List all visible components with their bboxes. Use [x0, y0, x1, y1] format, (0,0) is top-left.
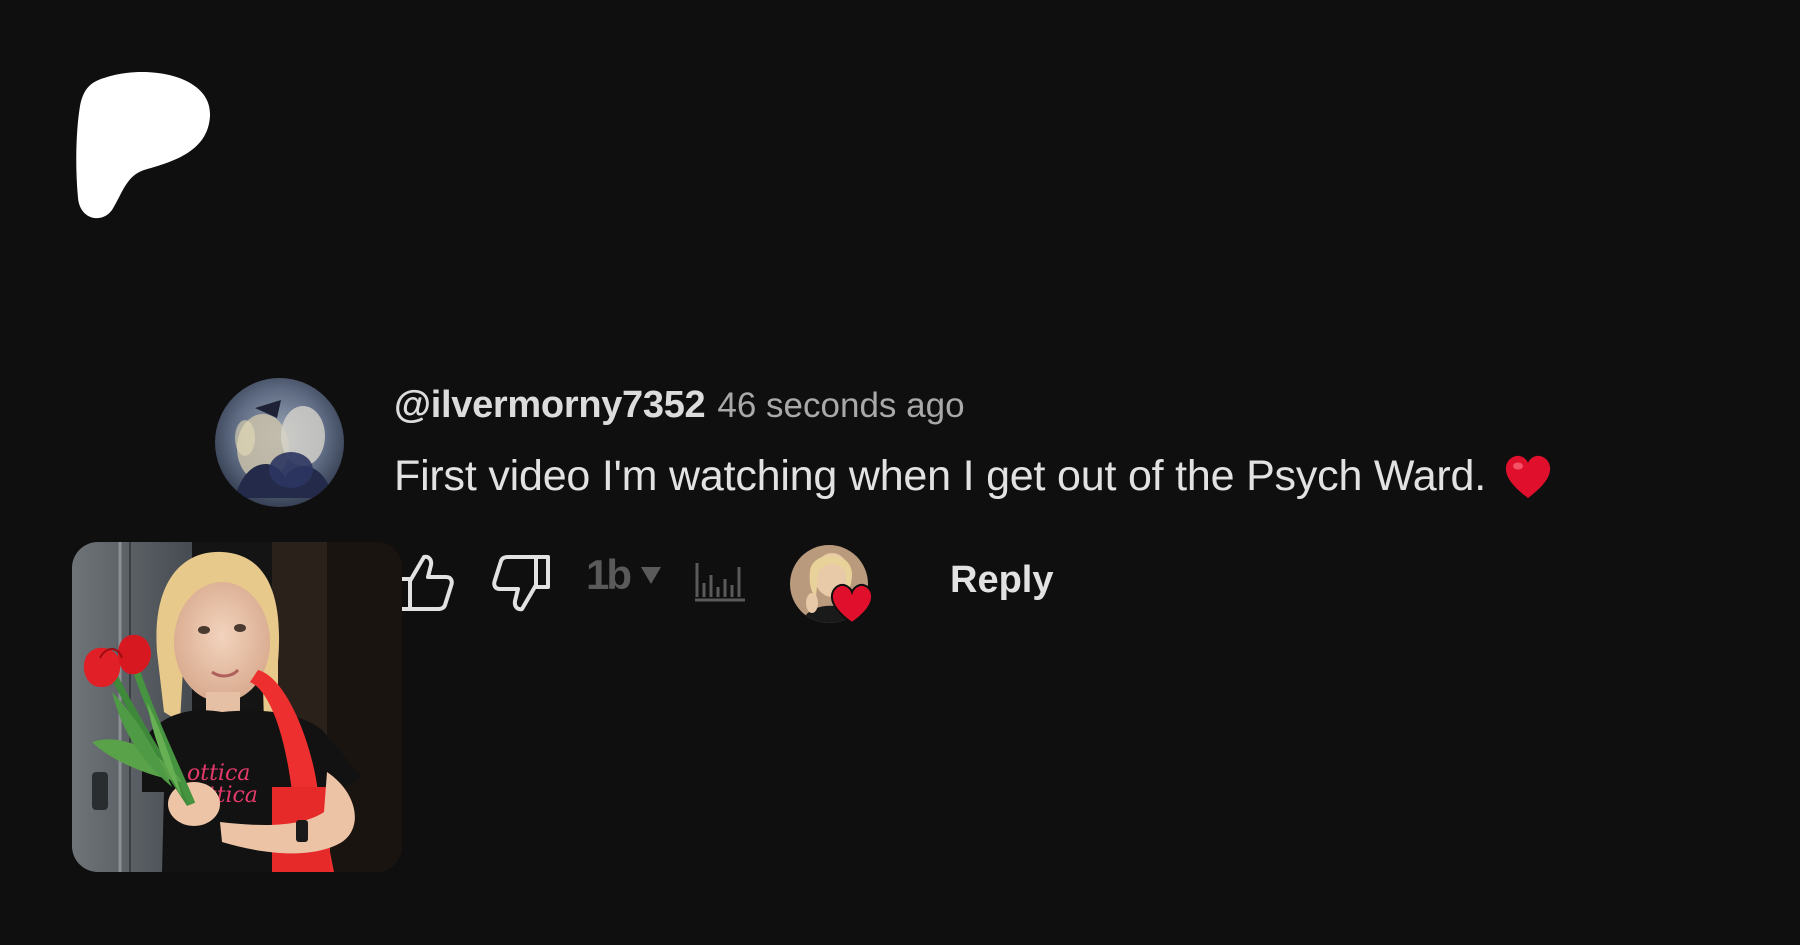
- red-heart-icon: [1505, 455, 1551, 498]
- comment-header: @ilvermorny7352 46 seconds ago: [394, 384, 965, 436]
- comment-body: First video I'm watching when I get out …: [394, 452, 1552, 501]
- page: @ilvermorny7352 46 seconds ago First vid…: [0, 0, 1800, 945]
- like-count[interactable]: 1b: [586, 551, 663, 599]
- patreon-logo-icon: [76, 72, 211, 219]
- like-count-value: 1b: [586, 551, 632, 598]
- comment-timestamp[interactable]: 46 seconds ago: [717, 386, 964, 426]
- thumbs-down-icon[interactable]: [492, 553, 552, 613]
- caret-down-icon[interactable]: [639, 564, 663, 586]
- creator-heart-badge-icon: [830, 583, 874, 625]
- creator-heart-badge[interactable]: [790, 545, 880, 629]
- creator-photo: ottica rottica: [72, 542, 402, 872]
- thumbs-up-icon[interactable]: [396, 553, 454, 613]
- comment-text: First video I'm watching when I get out …: [394, 452, 1486, 500]
- commenter-avatar[interactable]: [215, 378, 344, 507]
- bar-chart-icon[interactable]: [694, 557, 746, 603]
- reply-button[interactable]: Reply: [950, 559, 1053, 602]
- comment-username[interactable]: @ilvermorny7352: [394, 384, 706, 427]
